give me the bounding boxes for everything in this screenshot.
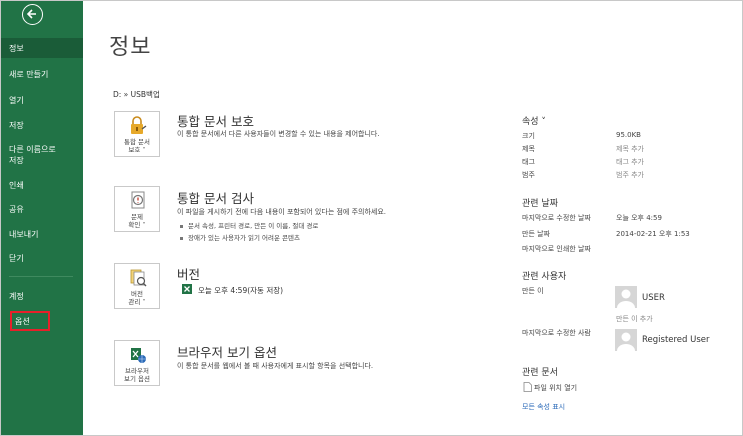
browser-title: 브라우저 보기 옵션 [177, 345, 277, 360]
user-silhouette-icon [617, 332, 635, 351]
sidebar-item-share[interactable]: 공유 [1, 204, 83, 215]
lock-key-icon [131, 116, 147, 134]
sidebar-item-account[interactable]: 계정 [1, 291, 83, 302]
sidebar-item-info[interactable]: 정보 [1, 38, 83, 58]
related-documents-header: 관련 문서 [522, 368, 558, 378]
inspect-bullet-item: 문서 속성, 프린터 경로, 만든 이 이름, 절대 경로 [180, 220, 318, 230]
related-dates-header: 관련 날짜 [522, 199, 558, 209]
versions-tile-label: 버전 관리 ˅ [128, 290, 146, 306]
sidebar-item-save-as[interactable]: 다른 이름으로 저장 [1, 144, 83, 166]
protect-workbook-button[interactable]: 통합 문서 보호 ˅ [114, 111, 160, 157]
property-label-title: 제목 [522, 145, 535, 153]
inspect-bullet-item: 장애가 있는 사용자가 읽기 어려운 콘텐츠 [180, 232, 300, 242]
date-value-modified: 오늘 오후 4:59 [616, 214, 662, 222]
open-file-location-button[interactable]: 파일 위치 열기 [534, 383, 577, 393]
browser-view-options-button[interactable]: 브라우저 보기 옵션 [114, 340, 160, 386]
excel-file-icon [182, 284, 192, 294]
property-value-category[interactable]: 범주 추가 [616, 170, 644, 180]
properties-dropdown[interactable]: 속성 ˅ [522, 114, 546, 127]
sidebar-item-close[interactable]: 닫기 [1, 253, 83, 264]
sidebar-item-new[interactable]: 새로 만들기 [1, 69, 83, 80]
options-highlight-box [10, 311, 50, 331]
browser-view-icon [131, 348, 146, 363]
property-label-category: 범주 [522, 171, 535, 179]
sidebar-item-save[interactable]: 저장 [1, 120, 83, 131]
date-label-printed: 마지막으로 인쇄한 날짜 [522, 245, 591, 253]
backstage-sidebar: 정보 새로 만들기 열기 저장 다른 이름으로 저장 인쇄 공유 내보내기 닫기… [1, 1, 83, 435]
sidebar-item-export[interactable]: 내보내기 [1, 229, 83, 240]
property-label-tags: 태그 [522, 158, 535, 166]
browser-tile-label: 브라우저 보기 옵션 [124, 367, 150, 383]
folder-document-icon [523, 382, 532, 392]
date-value-created: 2014-02-21 오후 1:53 [616, 230, 690, 238]
date-label-modified: 마지막으로 수정한 날짜 [522, 214, 591, 222]
manage-versions-button[interactable]: 버전 관리 ˅ [114, 263, 160, 309]
protect-description: 이 통합 문서에서 다른 사용자들이 변경할 수 있는 내용을 제어합니다. [177, 130, 380, 138]
protect-tile-label: 통합 문서 보호 ˅ [124, 138, 150, 154]
date-label-created: 만든 날짜 [522, 230, 550, 238]
related-people-header: 관련 사용자 [522, 272, 567, 282]
add-author-link[interactable]: 만든 이 추가 [616, 314, 653, 324]
last-modified-by-label: 마지막으로 수정한 사람 [522, 329, 591, 337]
modifier-avatar[interactable] [615, 329, 637, 351]
property-value-size: 95.0KB [616, 131, 641, 139]
show-all-properties-link[interactable]: 모든 속성 표시 [522, 402, 565, 412]
versions-title: 버전 [177, 267, 201, 282]
page-title: 정보 [109, 35, 152, 60]
inspect-tile-label: 문제 확인 ˅ [128, 213, 146, 229]
author-name[interactable]: USER [642, 293, 665, 303]
author-avatar[interactable] [615, 286, 637, 308]
property-value-tags[interactable]: 태그 추가 [616, 157, 644, 167]
sidebar-divider [9, 276, 73, 277]
property-label-size: 크기 [522, 132, 535, 140]
arrow-left-icon [26, 9, 36, 19]
inspect-title: 통합 문서 검사 [177, 191, 254, 206]
backstage-window: 정보 새로 만들기 열기 저장 다른 이름으로 저장 인쇄 공유 내보내기 닫기… [0, 0, 743, 436]
version-history-icon [130, 269, 147, 287]
author-label: 만든 이 [522, 287, 544, 295]
modifier-name[interactable]: Registered User [642, 335, 710, 345]
sidebar-item-open[interactable]: 열기 [1, 95, 83, 106]
user-silhouette-icon [617, 289, 635, 308]
inspect-document-icon [131, 191, 145, 209]
autosave-version-link[interactable]: 오늘 오후 4:59(자동 저장) [198, 285, 283, 296]
sidebar-item-print[interactable]: 인쇄 [1, 180, 83, 191]
browser-description: 이 통합 문서를 웹에서 볼 때 사용자에게 표시할 항목을 선택합니다. [177, 362, 374, 370]
property-value-title[interactable]: 제목 추가 [616, 144, 644, 154]
protect-title: 통합 문서 보호 [177, 114, 254, 129]
inspect-description: 이 파일을 게시하기 전에 다음 내용이 포함되어 있다는 점에 주의하세요. [177, 208, 387, 216]
back-button[interactable] [22, 4, 43, 25]
check-for-issues-button[interactable]: 문제 확인 ˅ [114, 186, 160, 232]
file-path: D: » USB백업 [113, 90, 160, 99]
